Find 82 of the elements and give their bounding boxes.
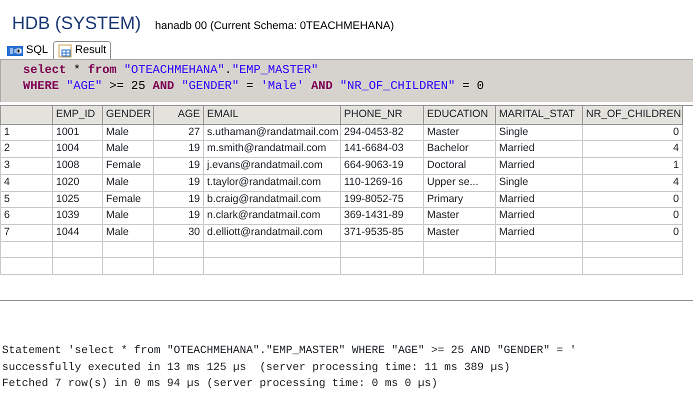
table-cell: n.clark@randatmail.com [204,208,340,224]
log-line: Fetched 7 row(s) in 0 ms 94 µs (server processing time: 0 ms 0 µs) [2,377,439,392]
table-cell: 30 [154,224,204,242]
column-header[interactable]: EDUCATION [424,106,496,124]
table-cell: m.smith@randatmail.com [204,140,340,158]
row-number: 7 [0,224,52,242]
table-icon [58,44,72,58]
table-cell: b.craig@randatmail.com [204,191,340,208]
table-cell: Male [102,208,154,224]
column-header[interactable]: NR_OF_CHILDREN [582,106,682,124]
table-cell: Master [424,124,496,141]
table-cell: 1044 [52,224,102,242]
table-cell: Primary [424,191,496,208]
column-header[interactable]: EMP_ID [52,106,102,124]
table-cell: 369-1431-89 [340,208,424,224]
table-cell: Male [102,224,154,242]
table-cell: Male [102,174,154,191]
sql-line: select * from "OTEACHMEHANA"."EMP_MASTER" [23,62,320,78]
table-cell: t.taylor@randatmail.com [204,174,340,191]
table-cell: 110-1269-16 [340,174,424,191]
table-cell: 19 [154,174,204,191]
connection-title: HDB (SYSTEM) [12,12,142,35]
column-header[interactable]: GENDER [102,106,154,124]
column-header[interactable]: EMAIL [204,106,340,124]
table-cell: 199-8052-75 [340,191,424,208]
table-cell: Single [496,174,582,191]
table-cell: Male [102,140,154,158]
table-cell: 1020 [52,174,102,191]
table-cell: 0 [582,224,682,242]
table-cell: 1 [582,158,682,174]
table-cell: 294-0453-82 [340,124,424,141]
table-cell: Married [496,158,582,174]
table-cell: Master [424,224,496,242]
table-cell: 19 [154,191,204,208]
table-cell: Single [496,124,582,141]
column-header[interactable]: PHONE_NR [340,106,424,124]
log-line: successfully executed in 13 ms 125 µs (server processing time: 11 ms 389 µs) [2,360,512,376]
table-cell: 1039 [52,208,102,224]
column-header[interactable]: AGE [154,106,204,124]
row-number: 1 [0,124,52,141]
table-cell: 1004 [52,140,102,158]
table-cell: Married [496,224,582,242]
table-cell: 371-9535-85 [340,224,424,242]
row-number: 2 [0,140,52,158]
table-cell: Master [424,208,496,224]
table-cell: Married [496,191,582,208]
table-cell: Female [102,191,154,208]
table-cell: 0 [582,124,682,141]
table-cell: 141-6684-03 [340,140,424,158]
table-cell: 19 [154,140,204,158]
editor-tab[interactable]: Result [53,41,112,59]
table-cell: Married [496,208,582,224]
table-cell: Doctoral [424,158,496,174]
log-line: Statement 'select * from "OTEACHMEHANA"."EMP_MASTER" WHERE "AGE" >= 25 AND "GENDER" = ' [2,344,578,359]
editor-tab[interactable]: SQL [2,41,54,59]
table-cell: 0 [582,208,682,224]
table-cell: s.uthaman@randatmail.com [204,124,340,141]
row-number: 3 [0,158,52,174]
row-number: 4 [0,174,52,191]
table-cell: j.evans@randatmail.com [204,158,340,174]
table-cell: 19 [154,158,204,174]
sql-icon [7,46,23,56]
schema-label: hanadb 00 (Current Schema: 0TEACHMEHANA) [155,19,394,34]
table-cell: 0 [582,191,682,208]
sql-line: WHERE "AGE" >= 25 AND "GENDER" = 'Male' AND "NR_OF_CHILDREN" = 0 [23,78,485,94]
table-cell: Male [102,124,154,141]
row-number: 5 [0,191,52,208]
table-cell: 1008 [52,158,102,174]
table-cell: Female [102,158,154,174]
table-cell: Bachelor [424,140,496,158]
row-number: 6 [0,208,52,224]
table-cell: 19 [154,208,204,224]
table-cell: Married [496,140,582,158]
table-cell: 1025 [52,191,102,208]
table-cell: 4 [582,174,682,191]
table-cell: 27 [154,124,204,141]
table-cell: Upper se... [424,174,496,191]
table-cell: d.elliott@randatmail.com [204,224,340,242]
table-cell: 4 [582,140,682,158]
column-header[interactable]: MARITAL_STAT [496,106,582,124]
table-cell: 1001 [52,124,102,141]
table-cell: 664-9063-19 [340,158,424,174]
